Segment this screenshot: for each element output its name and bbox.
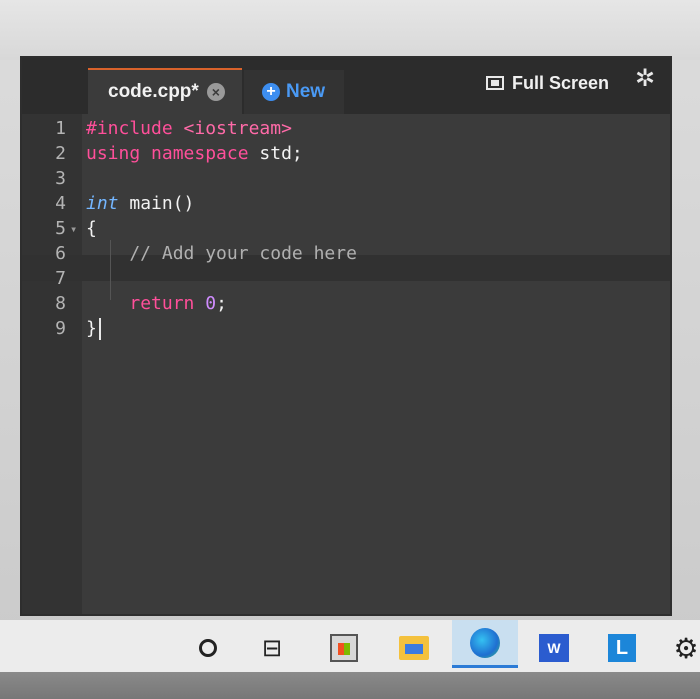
plus-circle-icon: + xyxy=(262,83,280,101)
settings-icon: ⚙ xyxy=(673,632,699,664)
line-number: 5 xyxy=(55,218,66,239)
background-surface xyxy=(0,0,700,60)
settings-button[interactable]: ⚙ xyxy=(664,628,700,668)
code-text: } xyxy=(86,316,101,342)
code-line[interactable]: 7 xyxy=(22,266,670,292)
line-number: 9 xyxy=(55,318,66,339)
tab-code-cpp[interactable]: code.cpp* × xyxy=(88,68,242,114)
store-button[interactable] xyxy=(322,628,366,668)
text-cursor xyxy=(98,318,101,340)
code-editor-window: code.cpp* × + New Full Screen ✲ 1 #includ… xyxy=(22,58,670,614)
line-number: 6 xyxy=(55,243,66,264)
code-token: <iostream> xyxy=(183,118,292,139)
file-explorer-icon xyxy=(399,636,429,660)
code-text: using namespace std; xyxy=(86,141,303,167)
l-app-button[interactable]: L xyxy=(600,628,644,668)
code-token: 0 xyxy=(205,293,217,314)
word-button[interactable]: W xyxy=(532,628,576,668)
code-token: main() xyxy=(118,193,195,214)
l-app-icon: L xyxy=(608,634,636,662)
tab-bar: code.cpp* × + New Full Screen ✲ xyxy=(22,58,670,114)
code-line[interactable]: 3 xyxy=(22,166,670,192)
code-text: int main() xyxy=(86,191,194,217)
fullscreen-label: Full Screen xyxy=(512,72,610,93)
fullscreen-icon xyxy=(486,76,504,90)
store-icon xyxy=(330,634,358,662)
code-token: #include xyxy=(86,118,184,139)
code-token: } xyxy=(86,318,97,339)
line-number: 3 xyxy=(55,168,66,189)
code-line[interactable]: 8 return 0; xyxy=(22,291,670,317)
code-text: { xyxy=(86,216,97,242)
fullscreen-button[interactable]: Full Screen xyxy=(486,70,609,96)
new-tab-label: New xyxy=(286,81,326,102)
tab-title: code.cpp* xyxy=(108,81,199,102)
code-line[interactable]: 6 // Add your code here xyxy=(22,241,670,267)
code-line[interactable]: 2 using namespace std; xyxy=(22,141,670,167)
word-icon: W xyxy=(539,634,569,662)
code-line[interactable]: 1 #include <iostream> xyxy=(22,116,670,142)
code-token: ; xyxy=(216,293,227,314)
line-number: 4 xyxy=(55,193,66,214)
line-number: 1 xyxy=(55,118,66,139)
code-token: int xyxy=(86,193,119,214)
line-number: 7 xyxy=(55,268,66,289)
file-explorer-button[interactable] xyxy=(392,628,436,668)
edge-button[interactable] xyxy=(452,620,518,668)
close-icon[interactable]: × xyxy=(206,83,225,101)
code-token: // Add your code here xyxy=(86,243,357,264)
code-line[interactable]: 9} xyxy=(22,316,670,342)
task-view-button[interactable]: ⊟ xyxy=(250,628,294,668)
new-tab-button[interactable]: + New xyxy=(244,70,344,114)
cortana-icon xyxy=(199,639,217,657)
line-number: 8 xyxy=(55,293,66,314)
cortana-button[interactable] xyxy=(186,628,230,668)
taskbar: ⊟ W L ⚙ xyxy=(0,620,700,699)
code-text: return 0; xyxy=(86,291,227,317)
code-token: std; xyxy=(248,143,303,164)
edge-icon xyxy=(470,627,500,658)
code-token: using namespace xyxy=(86,143,249,164)
code-text: // Add your code here xyxy=(86,241,357,267)
code-token: return xyxy=(129,293,195,314)
line-number: 2 xyxy=(55,143,66,164)
gear-icon[interactable]: ✲ xyxy=(632,66,658,92)
code-token: { xyxy=(86,218,97,239)
code-line[interactable]: 5 ▾ { xyxy=(22,216,670,242)
code-line[interactable]: 4 int main() xyxy=(22,191,670,217)
fold-arrow-icon[interactable]: ▾ xyxy=(70,216,77,242)
task-view-icon: ⊟ xyxy=(261,634,283,662)
code-text: #include <iostream> xyxy=(86,116,292,142)
